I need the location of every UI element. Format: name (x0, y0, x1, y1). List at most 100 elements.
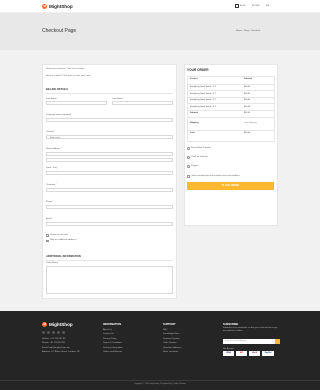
payment-cod-label: Cash on Delivery (191, 156, 208, 158)
logo-icon[interactable]: M (42, 3, 48, 10)
payment-bank-radio[interactable] (187, 147, 190, 150)
info-title: INFORMATION (103, 323, 122, 326)
page-title-band: Checkout Page Home › Shop › Checkout (0, 13, 320, 50)
currency-select[interactable]: $0 USD (252, 5, 260, 8)
col-product: Product (190, 78, 198, 81)
postcode-label: Postcode * (46, 184, 57, 186)
payment-paypal-radio[interactable] (187, 165, 190, 168)
ship-different-checkbox[interactable] (46, 239, 49, 243)
visa-icon: VISA (223, 351, 234, 356)
order-notes-textarea[interactable] (46, 266, 173, 294)
create-account-label: Create an account (50, 233, 68, 236)
place-order-button[interactable]: PLACE ORDER (187, 182, 274, 190)
col-subtotal: Subtotal (244, 78, 252, 81)
postcode-input[interactable] (46, 188, 173, 193)
terms-checkbox[interactable] (187, 175, 190, 178)
support-title: SUPPORT (163, 323, 176, 326)
brand-name[interactable]: MightShop (49, 4, 73, 10)
subscribe-button[interactable] (275, 339, 280, 344)
cart-total[interactable]: $0.00 (240, 5, 245, 8)
phone-input[interactable] (46, 205, 173, 210)
breadcrumb-home[interactable]: Home (236, 30, 242, 32)
info-link[interactable]: Orders and Returns (103, 350, 122, 354)
instagram-icon[interactable] (52, 331, 56, 335)
breadcrumb-current: Checkout (250, 29, 261, 32)
payment-bank-label: Direct Bank Transfer (191, 147, 211, 149)
shipping-label: Shipping (190, 122, 199, 125)
subscribe-input[interactable]: Enter Your Email Address (223, 339, 275, 344)
facebook-icon[interactable] (42, 331, 46, 335)
top-header: M MightShop HOMEPAGESPRODUCTSSHOPBLOGCON… (0, 0, 320, 19)
first-name-input[interactable] (46, 101, 107, 106)
subscribe-placeholder: Enter Your Email Address (225, 340, 247, 342)
subscribe-title: SUBSCRIBE (223, 323, 239, 326)
copyright: Copyright © 2020 mightshop. Designed By … (133, 382, 187, 385)
order-shipping-row: Shipping Free Shipping (188, 116, 274, 130)
country-label: Country * (46, 131, 56, 133)
order-table: Product Subtotal Everything Good Jacket … (187, 76, 275, 142)
subtotal-label: Subtotal (190, 112, 198, 115)
footer-logo-icon[interactable]: M (42, 322, 48, 328)
paypal-icon: PayPal (262, 351, 274, 356)
company-input[interactable] (46, 118, 173, 123)
footer-brand[interactable]: MightShop (49, 322, 73, 328)
order-item-name: Everything Good Jacket - X 1 (190, 105, 217, 108)
cart-icon[interactable] (235, 4, 239, 8)
order-notes-label: Order Notes (46, 262, 58, 264)
terms-label[interactable]: I have read and agree to the website ter… (191, 175, 240, 178)
order-row: Everything Good Jacket - X 1 $00.00 (188, 103, 274, 109)
twitter-icon[interactable] (47, 331, 51, 335)
order-item-name: Everything Good Jacket - X 1 (190, 99, 217, 102)
subscribe-text: Subscribe to our newsletter, so that you… (223, 327, 278, 332)
page-title: Checkout Page (42, 28, 77, 34)
billing-card (42, 64, 177, 299)
order-item-price: $00.00 (244, 105, 251, 108)
last-name-input[interactable] (112, 101, 173, 106)
create-account-checkbox[interactable] (46, 234, 49, 237)
breadcrumb-shop[interactable]: Shop (244, 30, 249, 32)
mastercard-icon: MC (236, 351, 247, 356)
pinterest-icon[interactable] (62, 331, 66, 335)
breadcrumb: Home › Shop › Checkout (236, 29, 261, 32)
order-title: YOUR ORDER (187, 68, 209, 72)
billing-title: BILLING DETAILS (46, 88, 68, 91)
support-link[interactable]: Store Locations (163, 350, 178, 354)
ship-different-label: Ship to a different address? (50, 239, 77, 242)
order-table-head: Product Subtotal (188, 77, 274, 83)
total-value: $00.00 (244, 132, 251, 135)
street-input-2[interactable] (46, 158, 173, 163)
email-input[interactable] (46, 222, 173, 227)
order-item-name: Everything Good Jacket - X 1 (190, 85, 217, 88)
site-footer: M MightShop Hotline: +01 234 567 89 Phon… (0, 311, 320, 390)
order-subtotal-row: Subtotal $00.00 (188, 110, 274, 116)
order-item-price: $00.00 (244, 99, 251, 102)
payment-paypal-label: Paypal (191, 165, 198, 167)
language-select[interactable]: EN (266, 5, 269, 8)
order-item-price: $00.00 (244, 92, 251, 95)
order-item-name: Everything Good Jacket - X 1 (190, 92, 217, 95)
order-row: Everything Good Jacket - X 1 $00.00 (188, 90, 274, 96)
street-label: Street address * (46, 148, 62, 150)
footer-address: Address: 1/2 Baker Street, London, UK (42, 351, 80, 354)
login-notice[interactable]: Returning customer? Click here to login (46, 68, 84, 71)
shipping-value: Free Shipping (244, 122, 257, 125)
town-label: Town / City * (46, 167, 59, 169)
country-value: Afghanistan (50, 136, 61, 139)
phone-label: Phone * (46, 201, 54, 203)
total-label: Total (190, 132, 195, 135)
email-label: Email * (46, 218, 53, 220)
order-row: Everything Good Jacket - X 1 $00.00 (188, 83, 274, 90)
country-select[interactable]: Afghanistan ⌄ (46, 135, 173, 140)
order-item-price: $00.00 (244, 85, 251, 88)
town-input[interactable] (46, 171, 173, 176)
chevron-down-icon: ⌄ (167, 136, 170, 139)
coupon-notice[interactable]: Have a coupon? Click here to enter your … (46, 75, 91, 78)
payment-cod-radio[interactable] (187, 156, 190, 159)
order-total-row: Total $00.00 (188, 129, 274, 136)
youtube-icon[interactable] (57, 331, 61, 335)
additional-title: ADDITIONAL INFORMATION (46, 255, 81, 258)
subtotal-value: $00.00 (244, 112, 251, 115)
street-input[interactable] (46, 152, 173, 157)
order-row: Everything Good Jacket - X 1 $00.00 (188, 96, 274, 103)
skrill-icon: Skrill (249, 351, 260, 356)
